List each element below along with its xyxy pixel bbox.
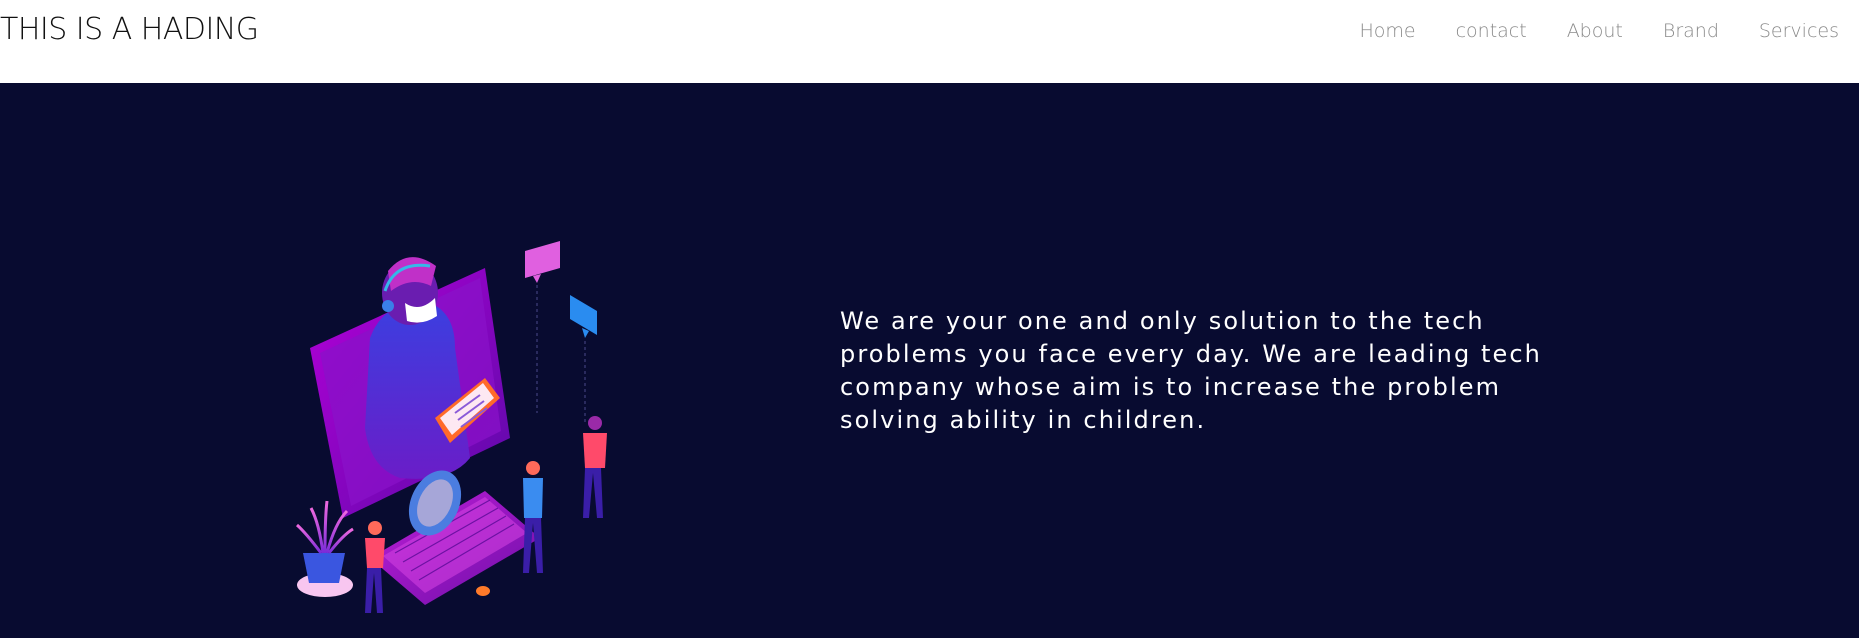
nav-link-contact[interactable]: contact: [1456, 20, 1527, 42]
tech-support-illustration: [295, 241, 607, 613]
chat-bubble-blue: [570, 295, 597, 423]
nav-link-about[interactable]: About: [1567, 20, 1623, 42]
nav-link-brand[interactable]: Brand: [1663, 20, 1719, 42]
round-button-shape: [476, 586, 490, 596]
person-middle: [523, 461, 543, 573]
navbar: THIS IS A HADING Home contact About Bran…: [0, 0, 1859, 83]
nav-link-home[interactable]: Home: [1359, 20, 1415, 42]
hero-line-4: solving ability in children.: [840, 406, 1207, 434]
person-right: [583, 416, 607, 518]
hero-line-2: problems you face every day. We are lead…: [840, 340, 1542, 368]
hero-line-1: We are your one and only solution to the…: [840, 307, 1485, 335]
hero-description: We are your one and only solution to the…: [840, 305, 1640, 437]
nav-link-services[interactable]: Services: [1759, 20, 1839, 42]
chat-bubble-pink: [525, 241, 560, 413]
site-title[interactable]: THIS IS A HADING: [0, 12, 259, 47]
nav-menu: Home contact About Brand Services: [1319, 0, 1839, 62]
plant-shape: [295, 500, 354, 597]
person-left: [365, 521, 385, 613]
hero-line-3: company whose aim is to increase the pro…: [840, 373, 1502, 401]
hero-section: We are your one and only solution to the…: [0, 83, 1859, 638]
